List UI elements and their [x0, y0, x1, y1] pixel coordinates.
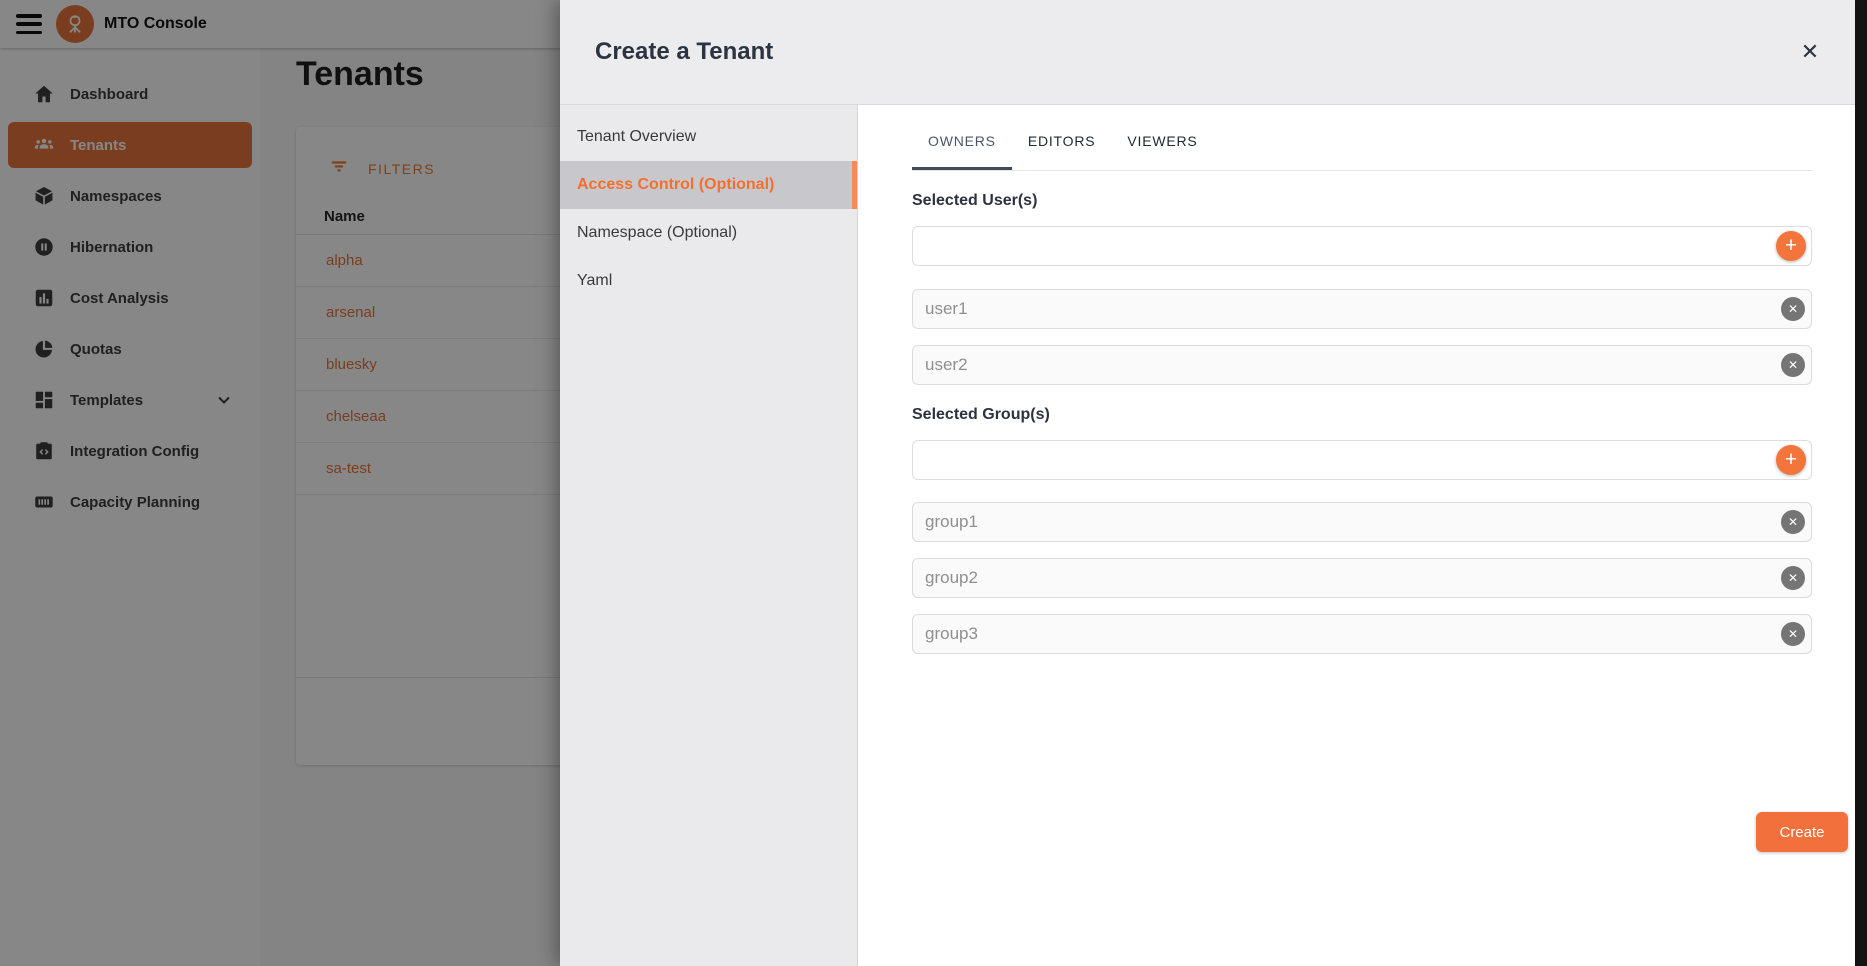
selected-user-value: user1 [925, 299, 968, 319]
modal-nav-tenant-overview[interactable]: Tenant Overview [560, 113, 857, 161]
remove-user-button[interactable]: ✕ [1781, 297, 1805, 321]
remove-icon: ✕ [1788, 627, 1798, 641]
create-tenant-modal: Create a Tenant ✕ Tenant Overview Access… [560, 0, 1855, 966]
modal-nav: Tenant Overview Access Control (Optional… [560, 105, 858, 966]
tab-editors[interactable]: EDITORS [1012, 129, 1112, 170]
modal-nav-namespace[interactable]: Namespace (Optional) [560, 209, 857, 257]
modal-title: Create a Tenant [595, 38, 773, 66]
modal-header: Create a Tenant ✕ [560, 0, 1855, 105]
backdrop-edge-strip [1855, 0, 1867, 966]
tab-owners[interactable]: OWNERS [912, 129, 1012, 170]
remove-group-button[interactable]: ✕ [1781, 510, 1805, 534]
remove-icon: ✕ [1788, 302, 1798, 316]
selected-users-heading: Selected User(s) [912, 192, 1812, 210]
selected-group-field: group3 ✕ [912, 614, 1812, 654]
selected-group-value: group3 [925, 624, 978, 644]
selected-group-field: group2 ✕ [912, 558, 1812, 598]
selected-user-field: user2 ✕ [912, 345, 1812, 385]
add-user-input[interactable] [912, 226, 1812, 266]
remove-group-button[interactable]: ✕ [1781, 622, 1805, 646]
add-group-button[interactable]: + [1776, 445, 1806, 475]
selected-groups-heading: Selected Group(s) [912, 406, 1812, 424]
remove-icon: ✕ [1788, 571, 1798, 585]
remove-icon: ✕ [1788, 358, 1798, 372]
selected-group-value: group2 [925, 568, 978, 588]
plus-icon: + [1785, 234, 1797, 257]
role-tabs: OWNERS EDITORS VIEWERS [912, 105, 1812, 171]
remove-icon: ✕ [1788, 515, 1798, 529]
selected-group-field: group1 ✕ [912, 502, 1812, 542]
close-icon[interactable]: ✕ [1795, 37, 1825, 67]
remove-group-button[interactable]: ✕ [1781, 566, 1805, 590]
add-user-row: + [912, 226, 1812, 266]
selected-user-value: user2 [925, 355, 968, 375]
modal-content: OWNERS EDITORS VIEWERS Selected User(s) … [858, 105, 1855, 966]
add-group-row: + [912, 440, 1812, 480]
screen: MTO Console Dashboard Tenants [0, 0, 1867, 966]
plus-icon: + [1785, 448, 1797, 471]
tab-viewers[interactable]: VIEWERS [1111, 129, 1213, 170]
add-group-input[interactable] [912, 440, 1812, 480]
remove-user-button[interactable]: ✕ [1781, 353, 1805, 377]
modal-nav-yaml[interactable]: Yaml [560, 257, 857, 305]
selected-user-field: user1 ✕ [912, 289, 1812, 329]
create-button[interactable]: Create [1756, 812, 1848, 852]
modal-nav-access-control[interactable]: Access Control (Optional) [560, 161, 857, 209]
selected-group-value: group1 [925, 512, 978, 532]
add-user-button[interactable]: + [1776, 231, 1806, 261]
